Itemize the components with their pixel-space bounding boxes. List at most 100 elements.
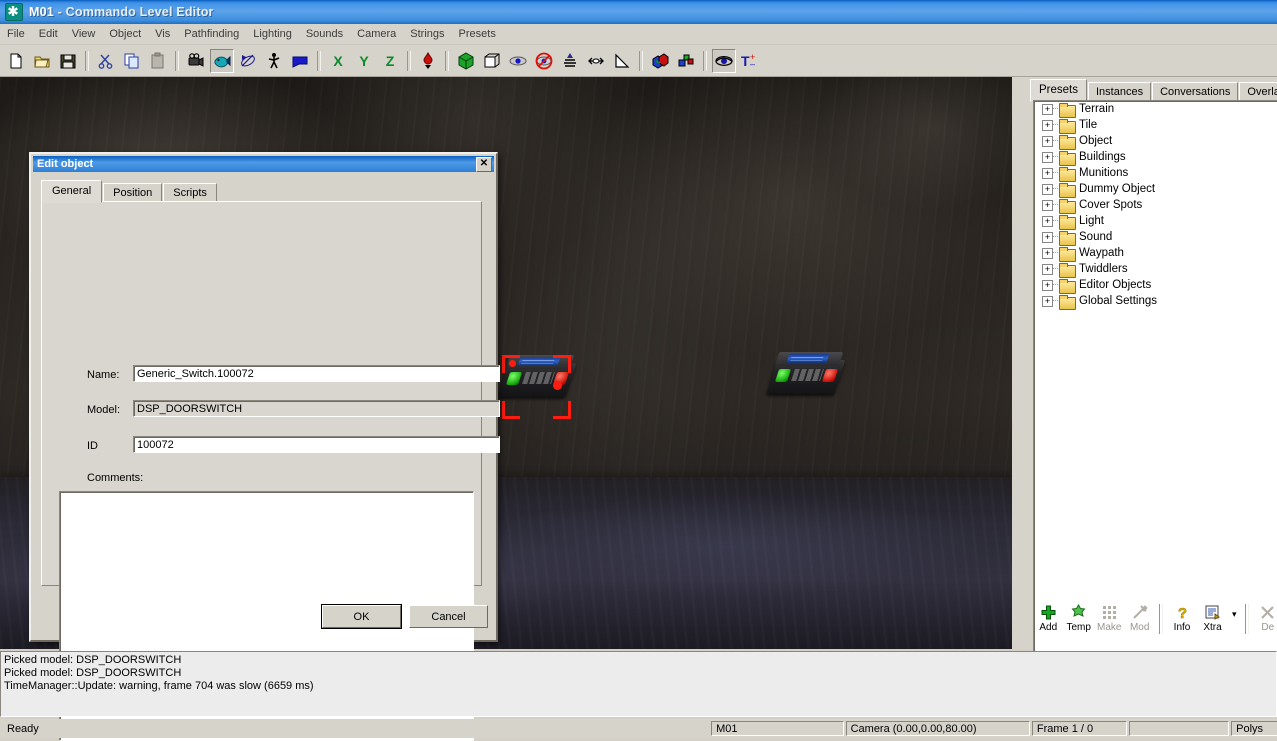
color-dots-icon[interactable] [674, 49, 698, 73]
panel-button-temp[interactable]: Temp [1063, 600, 1093, 640]
paste-icon[interactable] [146, 49, 170, 73]
eye-blue-icon[interactable] [506, 49, 530, 73]
tree-item[interactable]: +Global Settings [1034, 293, 1277, 309]
selection-handle[interactable] [553, 381, 562, 390]
expand-icon[interactable]: + [1042, 280, 1053, 291]
menu-item-vis[interactable]: Vis [148, 26, 177, 42]
panel-button-xtra[interactable]: Xtra [1197, 600, 1227, 640]
presets-toolbar: AddTempMakeMod?InfoXtra▾De [1033, 600, 1277, 642]
expand-icon[interactable]: + [1042, 232, 1053, 243]
axis-z-icon[interactable]: Z [378, 49, 402, 73]
save-icon[interactable] [56, 49, 80, 73]
name-input[interactable]: Generic_Switch.100072 [133, 365, 500, 382]
green-cube-icon[interactable] [454, 49, 478, 73]
expand-icon[interactable]: + [1042, 184, 1053, 195]
panel-tab-overlap[interactable]: Overlap [1239, 82, 1277, 102]
dialog-title: Edit object [37, 158, 476, 170]
selection-handle[interactable] [509, 360, 516, 367]
dialog-tab-scripts[interactable]: Scripts [163, 183, 217, 203]
chevron-down-icon[interactable]: ▾ [1228, 600, 1241, 649]
menu-item-lighting[interactable]: Lighting [246, 26, 299, 42]
tree-item[interactable]: +Munitions [1034, 165, 1277, 181]
panel-tab-instances[interactable]: Instances [1088, 82, 1151, 102]
expand-icon[interactable]: + [1042, 120, 1053, 131]
close-icon[interactable]: ✕ [476, 157, 492, 172]
dialog-tab-general[interactable]: General [41, 180, 102, 203]
fish-icon[interactable] [210, 49, 234, 73]
menu-item-sounds[interactable]: Sounds [299, 26, 350, 42]
text-icon[interactable]: T+– [738, 49, 762, 73]
tree-connector [1053, 204, 1058, 206]
tree-item-label: Object [1079, 135, 1112, 147]
tree-item-label: Buildings [1079, 151, 1126, 163]
tree-item[interactable]: +Waypath [1034, 245, 1277, 261]
expand-icon[interactable]: + [1042, 136, 1053, 147]
tree-item-label: Terrain [1079, 103, 1114, 115]
expand-icon[interactable]: + [1042, 152, 1053, 163]
panel-button-de[interactable]: De [1253, 600, 1277, 640]
flag-icon[interactable] [288, 49, 312, 73]
tree-item[interactable]: +Sound [1034, 229, 1277, 245]
output-log[interactable]: Picked model: DSP_DOORSWITCHPicked model… [0, 651, 1277, 717]
id-input[interactable]: 100072 [133, 436, 500, 453]
presets-tree[interactable]: +Terrain+Tile+Object+Buildings+Munitions… [1033, 100, 1277, 672]
cancel-button[interactable]: Cancel [409, 605, 488, 628]
expand-icon[interactable]: + [1042, 200, 1053, 211]
expand-icon[interactable]: + [1042, 264, 1053, 275]
panel-button-make[interactable]: Make [1094, 600, 1124, 640]
panel-button-mod[interactable]: Mod [1124, 600, 1154, 640]
folder-icon [1059, 119, 1075, 132]
expand-icon[interactable]: + [1042, 216, 1053, 227]
menu-item-edit[interactable]: Edit [32, 26, 65, 42]
tree-item[interactable]: +Tile [1034, 117, 1277, 133]
tree-item[interactable]: +Editor Objects [1034, 277, 1277, 293]
new-icon[interactable] [4, 49, 28, 73]
tree-item[interactable]: +Cover Spots [1034, 197, 1277, 213]
plus-icon [1040, 603, 1057, 621]
tree-item[interactable]: + Object [1034, 133, 1277, 149]
panel-button-info[interactable]: ?Info [1167, 600, 1197, 640]
menu-item-view[interactable]: View [65, 26, 103, 42]
device-keypad [791, 369, 824, 381]
tree-item[interactable]: + Buildings [1034, 149, 1277, 165]
selection-bracket-bottom-left [502, 401, 520, 419]
wire-cube-icon[interactable] [480, 49, 504, 73]
expand-icon[interactable]: + [1042, 104, 1053, 115]
expand-icon[interactable]: + [1042, 296, 1053, 307]
menu-item-file[interactable]: File [0, 26, 32, 42]
cut-icon[interactable] [94, 49, 118, 73]
light-icon[interactable] [558, 49, 582, 73]
copy-icon[interactable] [120, 49, 144, 73]
eye-blocked-icon[interactable] [532, 49, 556, 73]
color-cube-icon[interactable] [648, 49, 672, 73]
log-line: TimeManager::Update: warning, frame 704 … [4, 680, 1273, 693]
menu-item-pathfinding[interactable]: Pathfinding [177, 26, 246, 42]
walk-icon[interactable] [262, 49, 286, 73]
door-switch-selected[interactable] [503, 355, 577, 403]
menu-item-camera[interactable]: Camera [350, 26, 403, 42]
door-switch[interactable] [772, 352, 846, 398]
menu-item-strings[interactable]: Strings [403, 26, 451, 42]
rotate-icon[interactable] [236, 49, 260, 73]
tree-item[interactable]: +Light [1034, 213, 1277, 229]
ramp-icon[interactable] [610, 49, 634, 73]
show-all-icon[interactable] [712, 49, 736, 73]
tree-item[interactable]: +Dummy Object [1034, 181, 1277, 197]
panel-tab-presets[interactable]: Presets [1030, 79, 1087, 102]
expand-icon[interactable]: + [1042, 168, 1053, 179]
panel-tab-conversations[interactable]: Conversations [1152, 82, 1238, 102]
camera-icon[interactable] [184, 49, 208, 73]
panel-button-add[interactable]: Add [1033, 600, 1063, 640]
menu-item-object[interactable]: Object [102, 26, 148, 42]
dialog-tab-position[interactable]: Position [103, 183, 162, 203]
drop-to-ground-icon[interactable] [416, 49, 440, 73]
axis-y-icon[interactable]: Y [352, 49, 376, 73]
expand-icon[interactable]: + [1042, 248, 1053, 259]
axis-x-icon[interactable]: X [326, 49, 350, 73]
vis-sector-icon[interactable] [584, 49, 608, 73]
open-icon[interactable] [30, 49, 54, 73]
tree-item[interactable]: + Terrain [1034, 101, 1277, 117]
ok-button[interactable]: OK [322, 605, 401, 628]
menu-item-presets[interactable]: Presets [452, 26, 503, 42]
tree-item[interactable]: +Twiddlers [1034, 261, 1277, 277]
